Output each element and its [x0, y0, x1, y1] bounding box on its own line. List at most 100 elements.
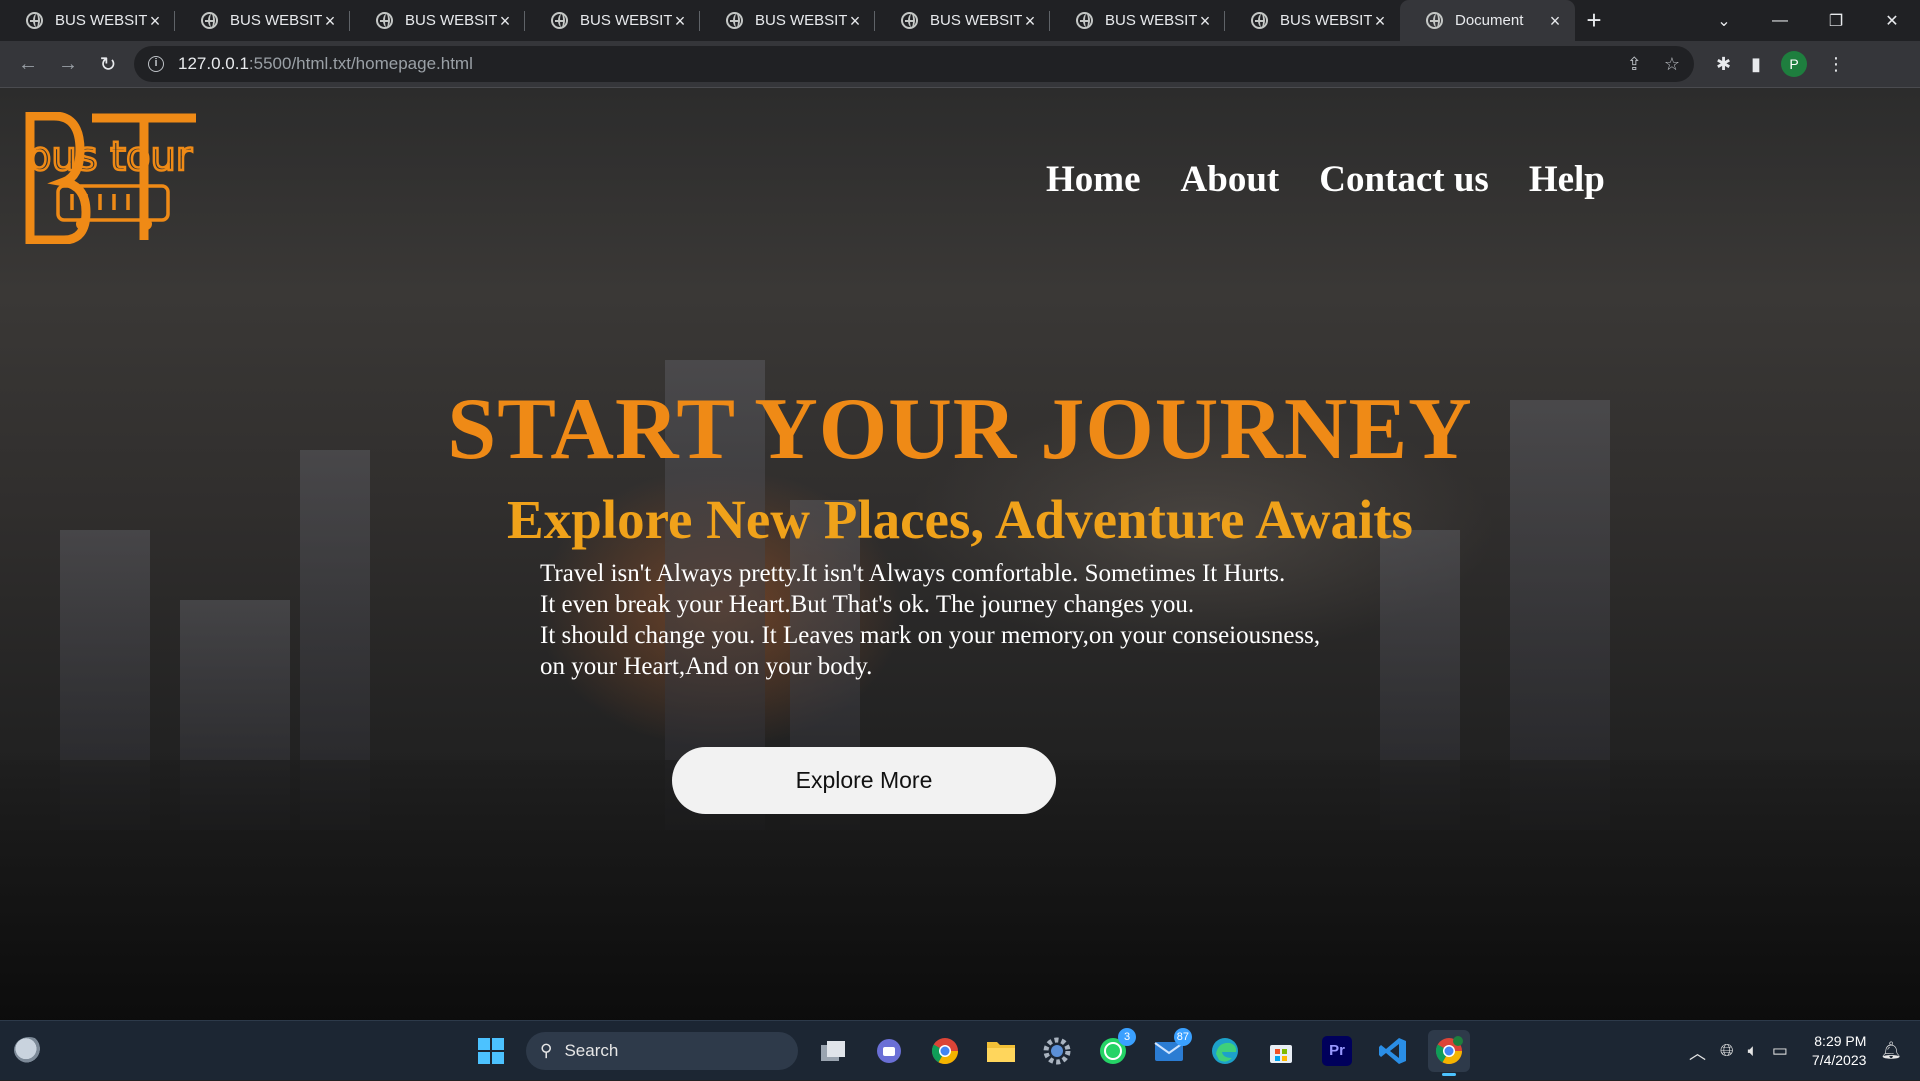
tab-title: BUS WEBSITE	[930, 12, 1022, 29]
minimize-icon[interactable]: —	[1752, 12, 1808, 30]
search-icon: ⚲	[540, 1041, 553, 1060]
menu-kebab-icon[interactable]: ⋮	[1827, 54, 1845, 75]
globe-icon	[376, 12, 393, 29]
taskbar-search[interactable]: ⚲ Search	[526, 1032, 798, 1070]
browser-tab-active[interactable]: Document ×	[1400, 0, 1575, 41]
browser-tab[interactable]: BUS WEBSITE ×	[700, 0, 875, 41]
show-hidden-icons-icon[interactable]: ︿	[1689, 1039, 1706, 1064]
clock[interactable]: 8:29 PM 7/4/2023	[1812, 1032, 1867, 1070]
volume-icon[interactable]: 🔈︎	[1748, 1041, 1758, 1061]
close-tab-icon[interactable]: ×	[1022, 12, 1038, 30]
premiere-pro-label: Pr	[1322, 1036, 1352, 1066]
settings-icon[interactable]	[1036, 1030, 1078, 1072]
main-nav: Home About Contact us Help	[1046, 158, 1605, 201]
hero-title: START YOUR JOURNEY	[447, 381, 1473, 478]
chrome-profile-icon[interactable]	[1428, 1030, 1470, 1076]
bookmark-star-icon[interactable]: ☆	[1664, 54, 1680, 75]
back-icon[interactable]: ←	[8, 46, 48, 82]
file-explorer-icon[interactable]	[980, 1030, 1022, 1072]
close-tab-icon[interactable]: ×	[1547, 12, 1563, 30]
globe-icon	[726, 12, 743, 29]
address-bar[interactable]: i 127.0.0.1:5500/html.txt/homepage.html …	[134, 46, 1694, 82]
close-tab-icon[interactable]: ×	[1197, 12, 1213, 30]
reload-icon[interactable]: ↻	[88, 46, 128, 82]
close-tab-icon[interactable]: ×	[1372, 12, 1388, 30]
hero-subtitle: Explore New Places, Adventure Awaits	[507, 489, 1413, 550]
site-info-icon[interactable]: i	[148, 56, 164, 72]
edge-icon[interactable]	[1204, 1030, 1246, 1072]
globe-icon	[201, 12, 218, 29]
hero-line: Travel isn't Always pretty.It isn't Alwa…	[540, 560, 1286, 587]
vscode-icon[interactable]	[1372, 1030, 1414, 1072]
start-icon[interactable]	[470, 1030, 512, 1072]
extensions-icon[interactable]: ✱	[1716, 54, 1731, 75]
nav-contact-link[interactable]: Contact us	[1319, 158, 1489, 201]
nav-home-link[interactable]: Home	[1046, 158, 1141, 201]
globe-icon	[551, 12, 568, 29]
taskbar: ⚲ Search 3 87 Pr ︿ 🌐︎ 🔈︎ ▭ 8:29 PM 7/4/2…	[0, 1020, 1920, 1080]
forward-icon[interactable]: →	[48, 46, 88, 82]
browser-tab[interactable]: BUS WEBSITE ×	[175, 0, 350, 41]
windows-logo-icon	[478, 1038, 504, 1064]
mail-icon[interactable]: 87	[1148, 1028, 1192, 1072]
tab-title: Document	[1455, 12, 1524, 29]
browser-tab[interactable]: BUS WEBSITE ×	[1225, 0, 1400, 41]
browser-toolbar: ← → ↻ i 127.0.0.1:5500/html.txt/homepage…	[0, 41, 1920, 88]
clock-date: 7/4/2023	[1811, 1052, 1867, 1068]
system-tray: ︿ 🌐︎ 🔈︎ ▭ 8:29 PM 7/4/2023 🔔︎	[1689, 1021, 1920, 1081]
close-tab-icon[interactable]: ×	[147, 12, 163, 30]
notifications-icon[interactable]: 🔔︎	[1880, 1041, 1902, 1061]
notification-badge: 3	[1118, 1028, 1136, 1046]
url-host: 127.0.0.1	[178, 54, 249, 73]
nav-help-link[interactable]: Help	[1529, 158, 1605, 201]
taskbar-apps: ⚲ Search 3 87 Pr	[470, 1028, 1470, 1076]
browser-tab[interactable]: BUS WEBSITE ×	[0, 0, 175, 41]
tab-title: BUS WEBSITE	[55, 12, 147, 29]
toolbar-actions: ✱ ▮ P ⋮	[1716, 51, 1845, 77]
premiere-pro-icon[interactable]: Pr	[1316, 1030, 1358, 1072]
close-tab-icon[interactable]: ×	[847, 12, 863, 30]
explore-more-button[interactable]: Explore More	[672, 747, 1056, 814]
taskbar-search-label: Search	[564, 1041, 619, 1060]
globe-icon	[1251, 12, 1268, 29]
tab-title: BUS WEBSITE	[1105, 12, 1197, 29]
clock-time: 8:29 PM	[1814, 1033, 1867, 1049]
store-icon[interactable]	[1260, 1030, 1302, 1072]
battery-icon[interactable]: ▭	[1772, 1041, 1788, 1061]
bus-tour-logo[interactable]: bus tour	[24, 112, 200, 244]
window-controls: ⌄ — ❐ ✕	[1696, 0, 1920, 41]
notification-badge: 87	[1173, 1028, 1192, 1046]
close-window-icon[interactable]: ✕	[1864, 11, 1920, 31]
browser-tab[interactable]: BUS WEBSITE ×	[525, 0, 700, 41]
address-bar-actions: ⇪ ☆	[1627, 54, 1680, 75]
url-path: :5500/html.txt/homepage.html	[248, 54, 473, 73]
browser-tab[interactable]: BUS WEBSITE ×	[350, 0, 525, 41]
close-tab-icon[interactable]: ×	[322, 12, 338, 30]
nav-about-link[interactable]: About	[1181, 158, 1280, 201]
profile-avatar[interactable]: P	[1781, 51, 1807, 77]
whatsapp-icon[interactable]: 3	[1092, 1028, 1136, 1072]
hero-line: on your Heart,And on your body.	[540, 653, 873, 680]
browser-tab[interactable]: BUS WEBSITE ×	[1050, 0, 1225, 41]
browser-tab[interactable]: BUS WEBSITE ×	[875, 0, 1050, 41]
side-panel-icon[interactable]: ▮	[1751, 54, 1761, 75]
tab-title: BUS WEBSITE	[755, 12, 847, 29]
chrome-icon[interactable]	[924, 1030, 966, 1072]
close-tab-icon[interactable]: ×	[672, 12, 688, 30]
globe-icon	[26, 12, 43, 29]
browser-tab-strip: BUS WEBSITE × BUS WEBSITE × BUS WEBSITE …	[0, 0, 1920, 41]
tab-title: BUS WEBSITE	[580, 12, 672, 29]
share-icon[interactable]: ⇪	[1627, 54, 1642, 75]
tab-title: BUS WEBSITE	[1280, 12, 1372, 29]
weather-widget-icon[interactable]	[14, 1037, 44, 1063]
restore-icon[interactable]: ❐	[1808, 11, 1864, 31]
new-tab-button[interactable]: +	[1575, 0, 1613, 41]
hero-line: It should change you. It Leaves mark on …	[540, 622, 1321, 649]
tab-search-icon[interactable]: ⌄	[1696, 11, 1752, 31]
chat-icon[interactable]	[868, 1030, 910, 1072]
language-globe-icon[interactable]: 🌐︎	[1720, 1041, 1734, 1061]
hero-line: It even break your Heart.But That's ok. …	[540, 591, 1195, 618]
task-view-icon[interactable]	[812, 1030, 854, 1072]
page-viewport: bus tour Home About Contact us Help STAR…	[0, 88, 1920, 1020]
close-tab-icon[interactable]: ×	[497, 12, 513, 30]
